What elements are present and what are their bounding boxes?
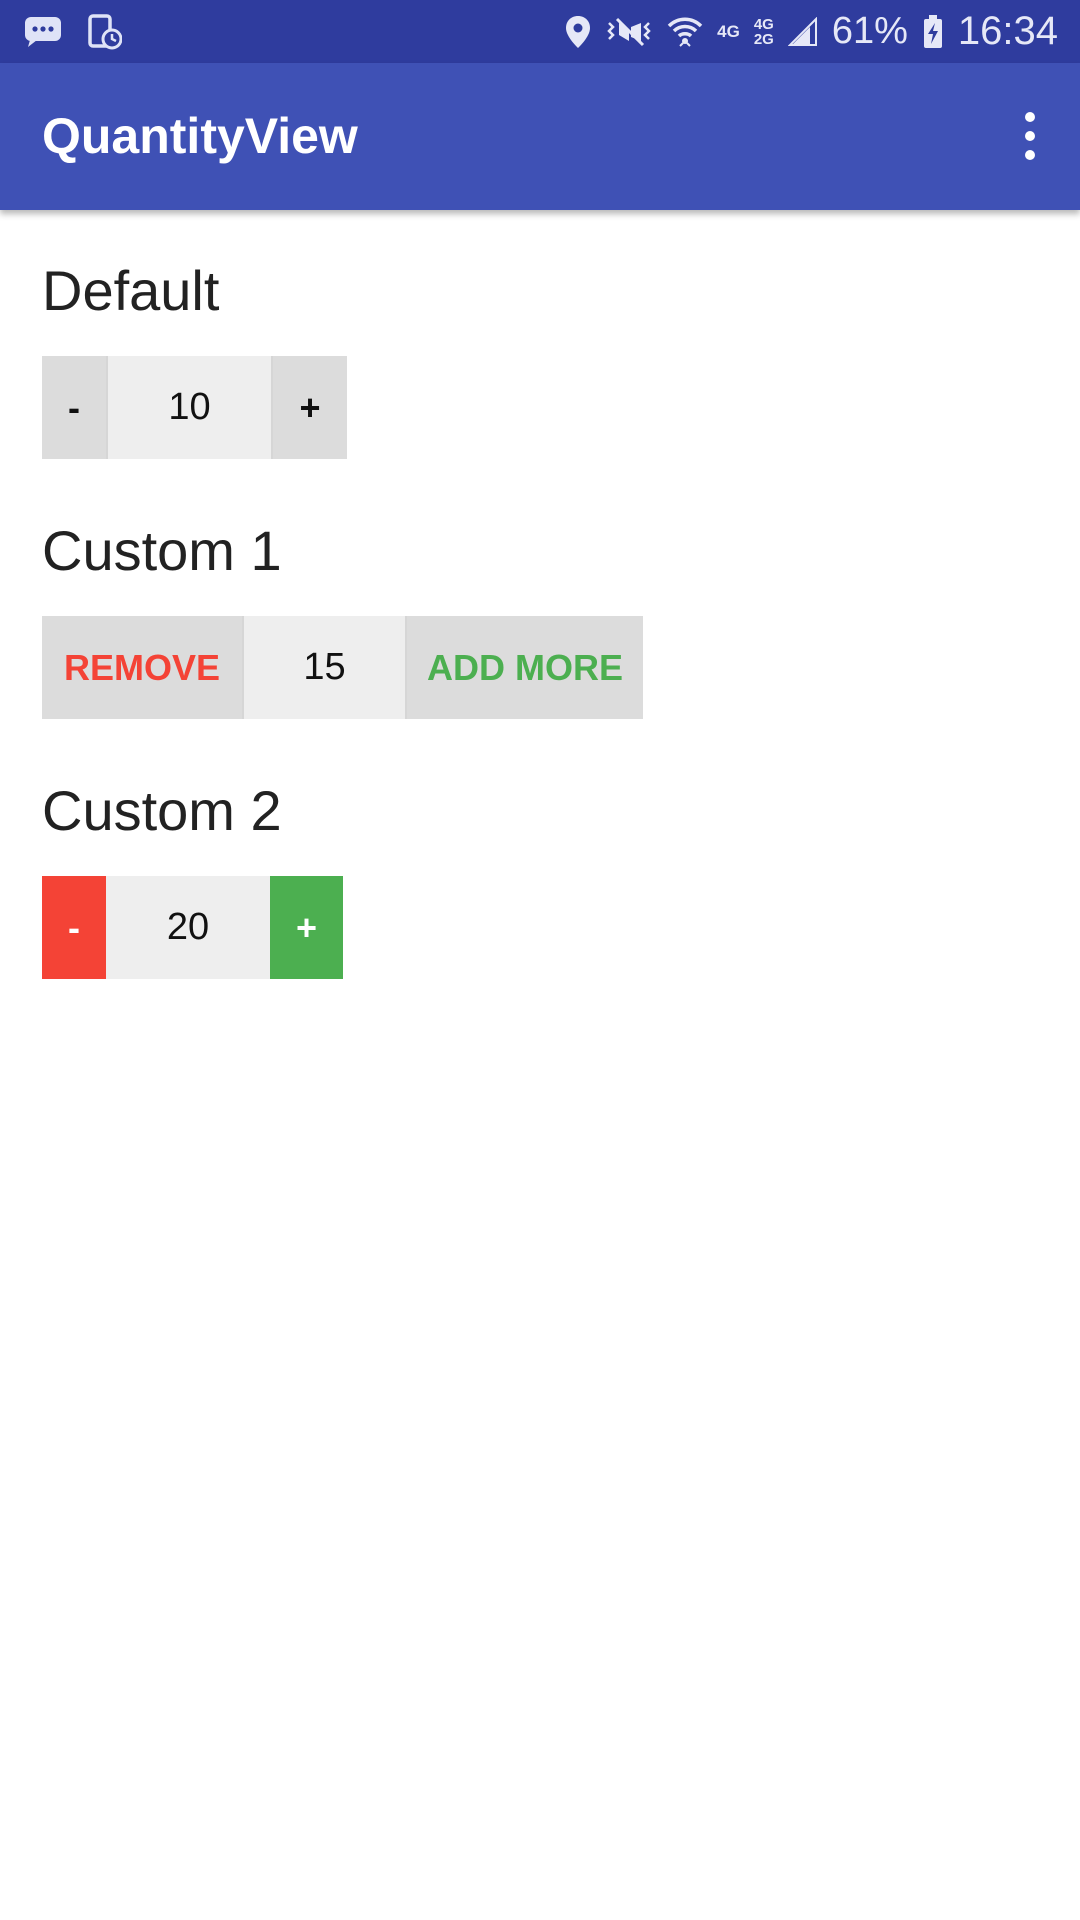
add-more-button[interactable]: ADD MORE <box>407 616 643 719</box>
app-title: QuantityView <box>42 108 358 164</box>
decrease-button[interactable]: - <box>42 876 106 979</box>
device-timer-icon <box>88 14 122 50</box>
wifi-icon <box>667 15 703 49</box>
decrease-button[interactable]: - <box>42 356 106 459</box>
clock: 16:34 <box>957 9 1058 53</box>
quantity-view-custom-2: - 20 + <box>42 876 343 979</box>
vibrate-icon <box>605 15 653 49</box>
increase-button[interactable]: + <box>270 876 343 979</box>
quantity-view-default: - 10 + <box>42 356 347 459</box>
section-title-custom-2: Custom 2 <box>42 779 282 842</box>
status-bar: 4G 4G 2G 61% 16:34 <box>0 0 1080 63</box>
section-title-custom-1: Custom 1 <box>42 519 282 582</box>
remove-button[interactable]: REMOVE <box>42 616 242 719</box>
section-title-default: Default <box>42 259 220 322</box>
quantity-value: 15 <box>242 616 407 719</box>
battery-percent: 61% <box>831 10 908 52</box>
more-vertical-icon[interactable] <box>1008 101 1052 171</box>
increase-button[interactable]: + <box>273 356 347 459</box>
network-4g-2g-label: 4G 2G <box>753 15 774 48</box>
signal-icon <box>787 16 818 47</box>
location-icon <box>565 15 591 49</box>
quantity-value: 20 <box>106 876 270 979</box>
network-4g-label: 4G <box>717 21 740 41</box>
quantity-view-custom-1: REMOVE 15 ADD MORE <box>42 616 643 719</box>
quantity-value: 10 <box>106 356 273 459</box>
battery-charging-icon <box>922 14 944 49</box>
messages-icon <box>24 16 62 48</box>
app-bar: QuantityView <box>0 63 1080 210</box>
